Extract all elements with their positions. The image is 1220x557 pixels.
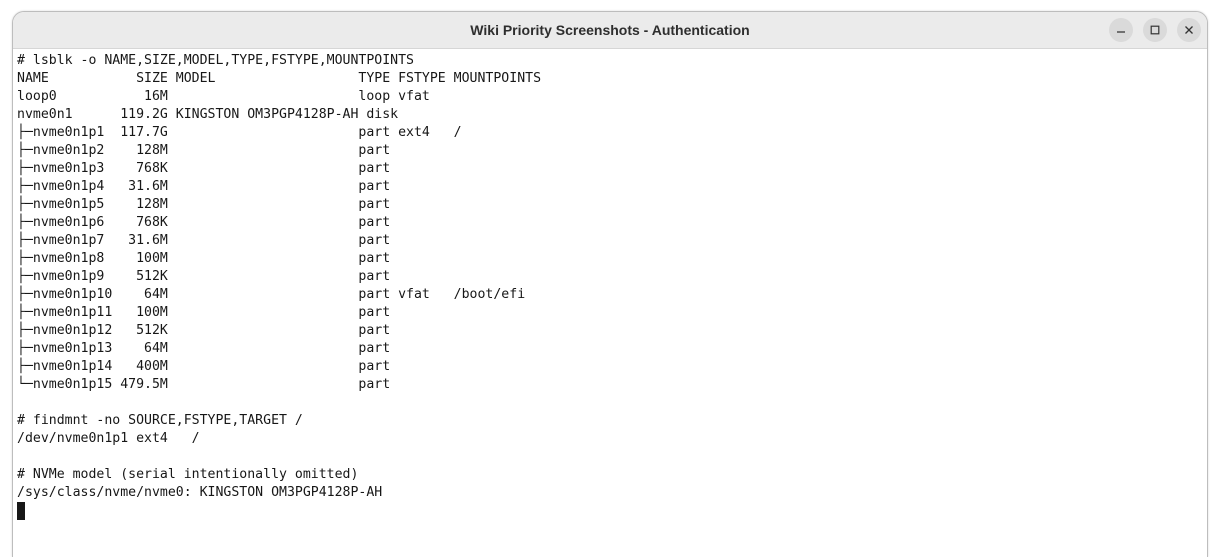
terminal-line: ├─nvme0n1p10 64M part vfat /boot/efi: [17, 287, 526, 302]
terminal-line: NAME SIZE MODEL TYPE FSTYPE MOUNTPOINTS: [17, 71, 542, 86]
terminal-line: ├─nvme0n1p13 64M part: [17, 341, 391, 356]
title-bar[interactable]: Wiki Priority Screenshots - Authenticati…: [13, 12, 1207, 49]
window-controls: [1109, 18, 1201, 42]
terminal-line: ├─nvme0n1p12 512K part: [17, 323, 391, 338]
terminal-line: ├─nvme0n1p5 128M part: [17, 197, 391, 212]
terminal-line: └─nvme0n1p15 479.5M part: [17, 377, 391, 392]
terminal-line: /sys/class/nvme/nvme0: KINGSTON OM3PGP41…: [17, 485, 383, 500]
minimize-button[interactable]: [1109, 18, 1133, 42]
terminal-line: ├─nvme0n1p3 768K part: [17, 161, 391, 176]
maximize-icon: [1150, 25, 1160, 35]
terminal-line: ├─nvme0n1p6 768K part: [17, 215, 391, 230]
terminal-line: nvme0n1 119.2G KINGSTON OM3PGP4128P-AH d…: [17, 107, 399, 122]
close-button[interactable]: [1177, 18, 1201, 42]
terminal-window: Wiki Priority Screenshots - Authenticati…: [12, 11, 1208, 557]
terminal-line: ├─nvme0n1p4 31.6M part: [17, 179, 391, 194]
window-title: Wiki Priority Screenshots - Authenticati…: [470, 22, 750, 38]
terminal-prompt-line[interactable]: [17, 502, 1203, 520]
maximize-button[interactable]: [1143, 18, 1167, 42]
terminal-line: ├─nvme0n1p11 100M part: [17, 305, 391, 320]
terminal-line: ├─nvme0n1p1 117.7G part ext4 /: [17, 125, 462, 140]
terminal-line: # findmnt -no SOURCE,FSTYPE,TARGET /: [17, 413, 303, 428]
close-icon: [1185, 26, 1193, 34]
text-cursor: [17, 502, 25, 520]
terminal-line: ├─nvme0n1p7 31.6M part: [17, 233, 391, 248]
terminal-line: # lsblk -o NAME,SIZE,MODEL,TYPE,FSTYPE,M…: [17, 53, 414, 68]
minimize-icon: [1117, 31, 1125, 33]
terminal-line: # NVMe model (serial intentionally omitt…: [17, 467, 359, 482]
terminal-line: loop0 16M loop vfat: [17, 89, 430, 104]
terminal-line: ├─nvme0n1p2 128M part: [17, 143, 391, 158]
terminal-line: ├─nvme0n1p8 100M part: [17, 251, 391, 266]
terminal-output[interactable]: # lsblk -o NAME,SIZE,MODEL,TYPE,FSTYPE,M…: [17, 52, 1203, 557]
terminal-line: ├─nvme0n1p14 400M part: [17, 359, 391, 374]
terminal-line: /dev/nvme0n1p1 ext4 /: [17, 431, 200, 446]
terminal-line: ├─nvme0n1p9 512K part: [17, 269, 391, 284]
